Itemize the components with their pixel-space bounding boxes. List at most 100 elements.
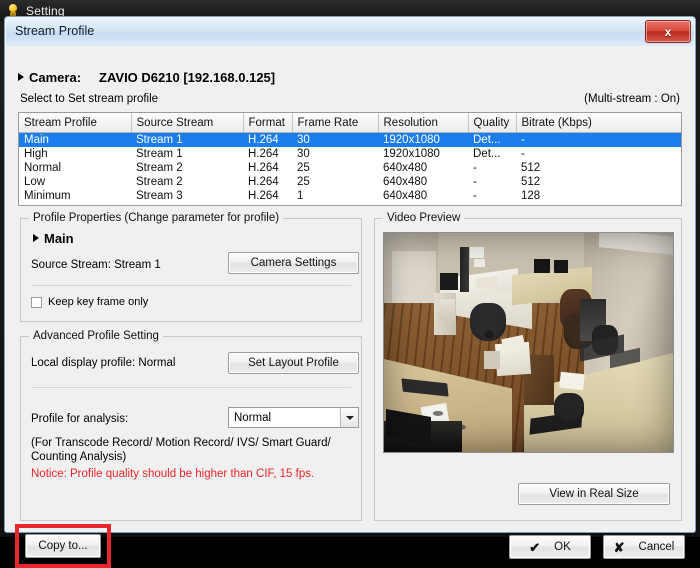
close-button[interactable]: x [645,20,691,43]
profile-for-analysis-select[interactable]: Normal [228,407,359,428]
table-column-header[interactable]: Frame Rate [292,113,379,133]
analysis-note-line-2: Counting Analysis) [31,451,127,463]
table-cell-resolution: 1920x1080 [383,148,440,160]
video-preview-group: Video Preview View in Real Size [374,212,682,521]
source-stream-value: Source Stream: Stream 1 [31,259,161,271]
triangle-right-icon [18,73,24,81]
table-column-header[interactable]: Source Stream [131,113,244,133]
triangle-right-icon [33,233,39,242]
camera-settings-button[interactable]: Camera Settings [228,252,359,274]
copy-to-button-label: Copy to... [38,540,88,552]
table-cell-quality: Det... [468,132,516,147]
table-column-header[interactable]: Quality [468,113,517,133]
table-cell-bitrate: - [521,148,525,160]
table-cell-format: H.264 [248,176,279,188]
video-preview-legend: Video Preview [383,212,465,224]
set-layout-profile-button-label: Set Layout Profile [248,357,339,369]
table-cell-format: H.264 [248,162,279,174]
selected-profile-name: Main [44,231,74,246]
cancel-button-label: Cancel [638,541,675,553]
table-cell-fps: 30 [297,148,310,160]
keep-key-frame-row[interactable]: Keep key frame only [31,296,148,308]
copy-to-button[interactable]: Copy to... [25,534,101,558]
profile-properties-legend: Profile Properties (Change parameter for… [29,212,284,224]
camera-label: Camera: [29,70,82,85]
table-row[interactable]: High Stream 1 H.264 30 1920x1080 Det... - [19,147,681,161]
table-cell-fps: 25 [297,162,310,174]
table-cell-quality: - [473,190,477,202]
view-in-real-size-button-label: View in Real Size [549,488,639,500]
profile-properties-group: Profile Properties (Change parameter for… [20,212,362,322]
stream-profile-table[interactable]: Stream Profile Source Stream Format Frame R… [18,112,682,206]
table-row[interactable]: Low Stream 2 H.264 25 640x480 - 512 [19,175,681,189]
view-in-real-size-button[interactable]: View in Real Size [518,483,670,505]
table-cell-source: Stream 1 [131,132,243,147]
table-cell-format: H.264 [248,190,279,202]
table-cell-fps: 30 [292,132,378,147]
divider [31,285,351,286]
table-cell-format: H.264 [248,148,279,160]
table-cell-bitrate: 512 [521,176,541,188]
cancel-button[interactable]: ✘ Cancel [603,535,685,559]
advanced-profile-legend: Advanced Profile Setting [29,330,163,342]
selected-profile-heading: Main [33,231,74,246]
table-cell-profile: Normal [24,162,62,174]
multistream-status: (Multi-stream : On) [584,93,680,105]
table-row[interactable]: Normal Stream 2 H.264 25 640x480 - 512 [19,161,681,175]
camera-header: Camera: ZAVIO D6210 [192.168.0.125] [18,70,275,85]
ok-button-label: OK [554,541,571,553]
table-cell-fps: 25 [297,176,310,188]
table-cell-bitrate: - [516,132,681,147]
check-icon: ✔ [529,539,541,555]
table-cell-source: Stream 3 [136,190,183,202]
dialog-title: Stream Profile [15,24,95,38]
table-column-header[interactable]: Bitrate (Kbps) [516,113,681,133]
table-column-header[interactable]: Stream Profile [19,113,132,133]
profile-for-analysis-value: Normal [234,411,272,424]
table-cell-source: Stream 2 [136,162,183,174]
select-hint-text: Select to Set stream profile [20,93,159,105]
table-cell-quality: - [473,162,477,174]
keep-key-frame-checkbox[interactable] [31,296,42,308]
close-icon: x [664,24,672,39]
dialog-body: Camera: ZAVIO D6210 [192.168.0.125] Sele… [6,46,694,568]
table-row[interactable]: Main Stream 1 H.264 30 1920x1080 Det... - [19,132,681,147]
keep-key-frame-label: Keep key frame only [48,296,149,308]
profile-for-analysis-label: Profile for analysis: [31,413,129,425]
table-cell-resolution: 640x480 [383,190,428,202]
table-cell-profile: Minimum [24,190,71,202]
stream-profile-dialog: Stream Profile x Camera: ZAVIO D6210 [19… [4,16,696,568]
divider [31,387,351,388]
camera-name-value: ZAVIO D6210 [192.168.0.125] [99,70,276,85]
table-header-row: Stream Profile Source Stream Format Frame R… [19,113,681,133]
table-cell-format: H.264 [243,132,292,147]
table-cell-source: Stream 2 [136,176,183,188]
table-cell-bitrate: 512 [521,162,541,174]
table-cell-resolution: 640x480 [383,176,428,188]
advanced-profile-setting-group: Advanced Profile Setting Local display p… [20,330,362,521]
chevron-down-icon[interactable] [340,408,358,427]
x-icon: ✘ [613,539,625,555]
video-scene [384,233,673,452]
table-cell-resolution: 640x480 [383,162,428,174]
table-cell-bitrate: 128 [521,190,541,202]
table-cell-fps: 1 [297,190,304,202]
camera-settings-button-label: Camera Settings [250,257,337,269]
set-layout-profile-button[interactable]: Set Layout Profile [228,352,359,374]
local-display-profile-value: Local display profile: Normal [31,357,176,369]
quality-notice-text: Notice: Profile quality should be higher… [31,468,315,480]
video-preview-image[interactable] [383,232,674,453]
table-column-header[interactable]: Format [243,113,293,133]
dialog-title-bar: Stream Profile x [6,18,694,46]
ok-button[interactable]: ✔ OK [509,535,591,559]
table-row[interactable]: Minimum Stream 3 H.264 1 640x480 - 128 [19,189,681,203]
table-cell-source: Stream 1 [136,148,183,160]
table-cell-profile: High [24,148,48,160]
analysis-note-line-1: (For Transcode Record/ Motion Record/ IV… [31,437,331,449]
table-cell-quality: - [473,176,477,188]
os-window: Setting Stream Profile x Camera: ZAVIO D… [0,0,700,568]
table-cell-profile: Low [24,176,46,188]
table-cell-resolution: 1920x1080 [378,132,468,147]
table-column-header[interactable]: Resolution [378,113,469,133]
table-cell-quality: Det... [473,148,501,160]
